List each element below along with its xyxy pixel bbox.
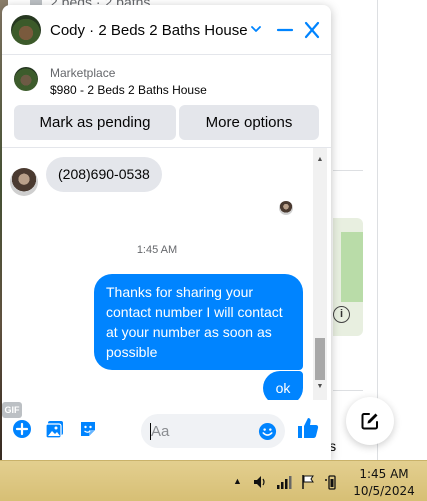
message-timestamp: 1:45 AM xyxy=(136,244,178,256)
outgoing-message[interactable]: Thanks for sharing your contact number I… xyxy=(94,274,303,370)
chat-header[interactable]: Cody · 2 Beds 2 Baths House xyxy=(2,5,331,55)
outgoing-message[interactable]: ok xyxy=(263,371,303,400)
incoming-message[interactable]: (208)690-0538 xyxy=(46,157,162,192)
message-input[interactable] xyxy=(151,414,255,448)
marketplace-label: Marketplace xyxy=(50,66,116,80)
section-divider xyxy=(333,170,363,171)
new-message-button[interactable] xyxy=(346,397,394,445)
message-list[interactable]: (208)690-0538 1:45 AM Thanks for sharing… xyxy=(2,148,331,400)
close-icon[interactable] xyxy=(302,19,322,41)
chevron-down-icon[interactable] xyxy=(249,22,263,36)
gif-icon[interactable]: GIF xyxy=(2,402,22,418)
sticker-icon[interactable] xyxy=(78,419,98,439)
location-map[interactable]: i xyxy=(333,218,363,336)
more-options-button[interactable]: More options xyxy=(179,105,319,140)
compose-icon xyxy=(361,413,378,430)
message-composer: GIF xyxy=(2,402,331,460)
scrollbar-thumb[interactable] xyxy=(315,338,325,380)
power-icon[interactable] xyxy=(324,474,340,490)
chat-title[interactable]: Cody · 2 Beds 2 Baths House xyxy=(50,22,248,39)
listing-thumbnail xyxy=(14,67,38,91)
plus-icon[interactable] xyxy=(12,419,32,439)
like-icon[interactable] xyxy=(296,416,320,440)
listing-title[interactable]: $980 - 2 Beds 2 Baths House xyxy=(50,83,207,97)
read-receipt-avatar xyxy=(279,201,293,215)
mark-as-pending-button[interactable]: Mark as pending xyxy=(14,105,176,140)
network-icon[interactable] xyxy=(276,474,292,490)
emoji-icon[interactable] xyxy=(258,422,277,441)
scroll-up-arrow[interactable]: ▲ xyxy=(313,155,327,165)
scroll-down-arrow[interactable]: ▼ xyxy=(313,382,327,392)
page-divider xyxy=(377,0,378,460)
flag-icon[interactable] xyxy=(300,474,316,490)
photo-icon[interactable] xyxy=(45,419,65,439)
chat-avatar[interactable] xyxy=(11,15,41,45)
message-input-wrapper[interactable] xyxy=(141,414,285,448)
section-divider xyxy=(333,390,363,391)
chat-window: Cody · 2 Beds 2 Baths House Marketplace … xyxy=(2,5,331,460)
show-hidden-icons-icon[interactable]: ▲ xyxy=(233,476,242,486)
volume-icon[interactable] xyxy=(252,474,268,490)
taskbar-clock-date[interactable]: 10/5/2024 xyxy=(352,484,416,498)
map-park-area xyxy=(341,232,363,302)
map-info-icon[interactable]: i xyxy=(333,306,350,323)
windows-taskbar: ▲ 1:45 AM 10/5/2024 xyxy=(0,460,427,501)
sender-avatar xyxy=(10,168,38,196)
taskbar-clock-time[interactable]: 1:45 AM xyxy=(352,467,416,481)
minimize-icon[interactable] xyxy=(275,19,295,41)
marketplace-listing-bar[interactable]: Marketplace $980 - 2 Beds 2 Baths House xyxy=(2,56,331,101)
